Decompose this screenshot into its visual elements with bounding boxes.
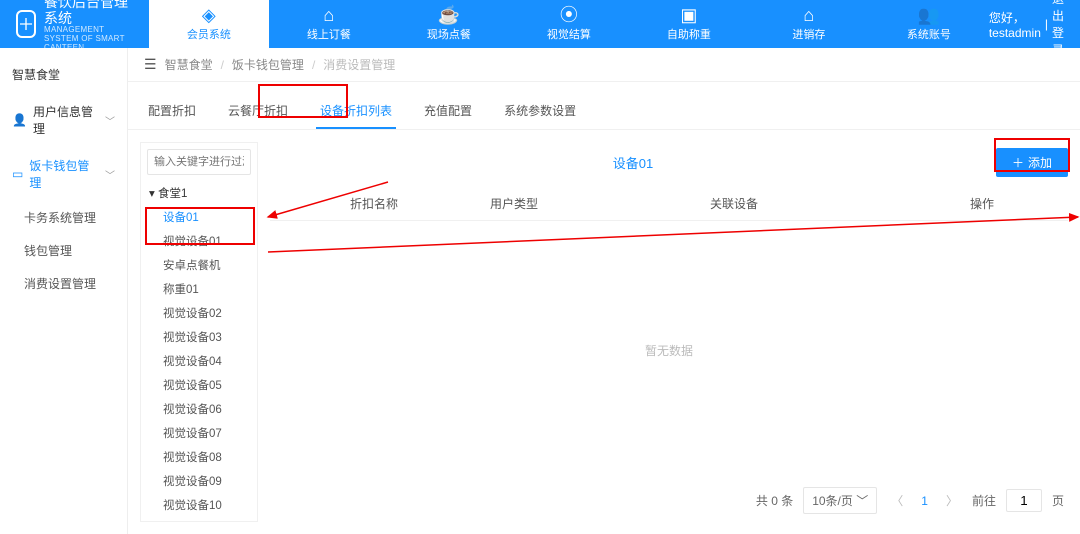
tree-root-1[interactable]: ▾ 食堂1 xyxy=(141,181,257,205)
brand-subtitle: MANAGEMENT SYSTEM OF SMART CANTEEN xyxy=(44,26,129,52)
nav-online-order[interactable]: ⌂线上订餐 xyxy=(269,0,389,48)
table-header: 折扣名称 用户类型 关联设备 操作 xyxy=(270,187,1068,221)
pager-size-select[interactable]: 10条/页 ﹀ xyxy=(803,487,877,514)
pager-total: 共 0 条 xyxy=(756,492,793,509)
nav-member[interactable]: ◈会员系统 xyxy=(149,0,269,48)
sidebar-root[interactable]: 智慧食堂 xyxy=(0,56,127,93)
crumb-last: 消费设置管理 xyxy=(323,56,395,73)
col-user-type: 用户类型 xyxy=(490,195,710,212)
shop-icon: ⌂ xyxy=(323,6,334,24)
sidebar-wallet[interactable]: 钱包管理 xyxy=(0,234,127,267)
tree-node[interactable]: 称重01 xyxy=(141,277,257,301)
pager: 共 0 条 10条/页 ﹀ 〈 1 〉 前往 页 xyxy=(270,479,1068,522)
scan-icon: ⦿ xyxy=(560,6,578,24)
tree-node[interactable]: 视觉设备09 xyxy=(141,469,257,493)
tree-node[interactable]: 视觉设备06 xyxy=(141,397,257,421)
tree-node[interactable]: 视觉设备01 xyxy=(141,229,257,253)
users-icon: 👥 xyxy=(918,6,940,24)
tree-node[interactable]: 视觉设备02 xyxy=(141,301,257,325)
box-icon: ⌂ xyxy=(803,6,814,24)
scale-icon: ▣ xyxy=(680,6,697,24)
plus-icon: ＋ xyxy=(1012,154,1024,171)
nav-self-weigh[interactable]: ▣自助称重 xyxy=(629,0,749,48)
breadcrumb: ☰ 智慧食堂 / 饭卡钱包管理 / 消费设置管理 xyxy=(128,48,1080,82)
nav-system-account[interactable]: 👥系统账号 xyxy=(869,0,989,48)
tree-node[interactable]: 视觉设备11 xyxy=(141,517,257,522)
pager-goto-label: 前往 xyxy=(972,492,996,509)
tree-node[interactable]: 视觉设备05 xyxy=(141,373,257,397)
pager-page[interactable]: 1 xyxy=(917,494,932,508)
tree-search-input[interactable] xyxy=(147,149,251,175)
chevron-down-icon: ﹀ xyxy=(105,167,115,182)
tab-discount-config[interactable]: 配置折扣 xyxy=(144,94,200,129)
tabs: 配置折扣 云餐厅折扣 设备折扣列表 充值配置 系统参数设置 xyxy=(128,82,1080,130)
empty-state: 暂无数据 xyxy=(270,221,1068,479)
col-linked-device: 关联设备 xyxy=(710,195,970,212)
top-nav: ◈会员系统 ⌂线上订餐 ☕现场点餐 ⦿视觉结算 ▣自助称重 ⌂进销存 👥系统账号 xyxy=(149,0,989,48)
nav-vision-checkout[interactable]: ⦿视觉结算 xyxy=(509,0,629,48)
sidebar-consume-setting[interactable]: 消费设置管理 xyxy=(0,267,127,300)
tree-node[interactable]: 视觉设备08 xyxy=(141,445,257,469)
user-greeting: 您好，testadmin xyxy=(989,9,1041,40)
pager-goto-input[interactable] xyxy=(1006,489,1042,512)
chevron-down-icon: ﹀ xyxy=(105,113,115,128)
chevron-down-icon: ﹀ xyxy=(856,494,868,508)
tab-sys-param[interactable]: 系统参数设置 xyxy=(500,94,580,129)
logo-icon xyxy=(16,10,36,38)
sidebar-card-wallet[interactable]: ▭饭卡钱包管理﹀ xyxy=(0,147,127,201)
menu-toggle-icon[interactable]: ☰ xyxy=(144,56,157,73)
crumb-mid[interactable]: 饭卡钱包管理 xyxy=(232,56,304,73)
tree-node[interactable]: 视觉设备03 xyxy=(141,325,257,349)
brand-logo: 餐饮后台管理系统 MANAGEMENT SYSTEM OF SMART CANT… xyxy=(16,0,129,53)
col-action: 操作 xyxy=(970,195,1068,212)
pager-prev[interactable]: 〈 xyxy=(887,492,907,509)
diamond-icon: ◈ xyxy=(202,6,216,24)
tree-node[interactable]: 安卓点餐机 xyxy=(141,253,257,277)
device-tree: ▾ 食堂1 设备01视觉设备01安卓点餐机称重01视觉设备02视觉设备03视觉设… xyxy=(140,142,258,522)
sidebar-card-sys[interactable]: 卡务系统管理 xyxy=(0,201,127,234)
cup-icon: ☕ xyxy=(438,6,460,24)
sidebar-user-info[interactable]: 👤用户信息管理﹀ xyxy=(0,93,127,147)
tab-recharge-config[interactable]: 充值配置 xyxy=(420,94,476,129)
tab-cloud-discount[interactable]: 云餐厅折扣 xyxy=(224,94,292,129)
pager-goto-suffix: 页 xyxy=(1052,492,1064,509)
tree-node[interactable]: 视觉设备07 xyxy=(141,421,257,445)
tree-node[interactable]: 设备01 xyxy=(141,205,257,229)
tab-device-discount-list[interactable]: 设备折扣列表 xyxy=(316,94,396,129)
col-discount-name: 折扣名称 xyxy=(270,195,490,212)
nav-onsite-order[interactable]: ☕现场点餐 xyxy=(389,0,509,48)
pager-next[interactable]: 〉 xyxy=(942,492,962,509)
tree-node[interactable]: 视觉设备10 xyxy=(141,493,257,517)
add-button[interactable]: ＋添加 xyxy=(996,148,1068,177)
brand-title: 餐饮后台管理系统 xyxy=(44,0,129,26)
tree-node[interactable]: 视觉设备04 xyxy=(141,349,257,373)
sidebar: 智慧食堂 👤用户信息管理﹀ ▭饭卡钱包管理﹀ 卡务系统管理 钱包管理 消费设置管… xyxy=(0,48,128,534)
nav-inventory[interactable]: ⌂进销存 xyxy=(749,0,869,48)
panel-title: 设备01 xyxy=(270,153,996,172)
crumb-root[interactable]: 智慧食堂 xyxy=(165,56,213,73)
